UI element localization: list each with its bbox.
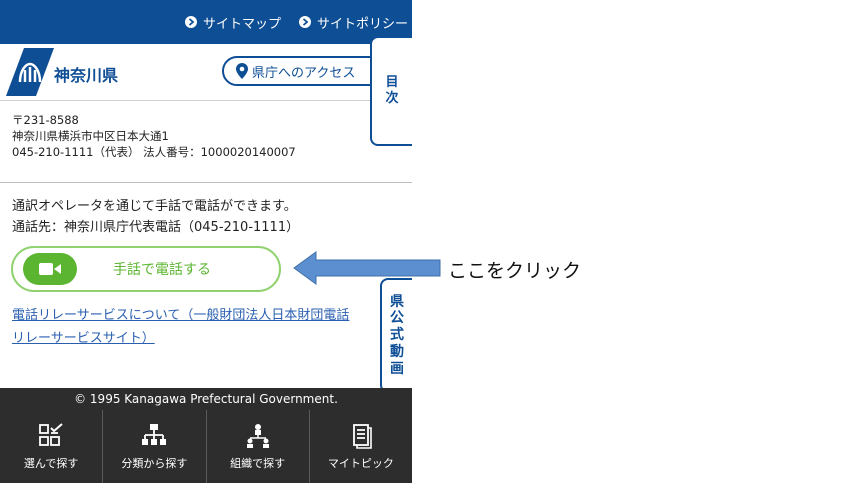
call-button-label: 手話で電話する (113, 262, 211, 278)
table-of-contents-tab[interactable]: 目 次 (370, 36, 412, 146)
access-button-label: 県庁へのアクセス (252, 65, 356, 81)
site-header: 神奈川県 県庁へのアクセス (0, 44, 412, 101)
official-video-tab[interactable]: 県 公 式 動 画 (380, 278, 412, 393)
video-char-4: 動 (390, 343, 404, 360)
pointer-arrow-icon (293, 251, 441, 285)
nav-label: マイトピック (327, 456, 394, 470)
relay-link-line-2: リレーサービスサイト） (12, 331, 155, 346)
street-address: 神奈川県横浜市中区日本大通1 (12, 129, 169, 143)
sitemap-label: サイトマップ (202, 16, 281, 32)
sitemap-link[interactable]: サイトマップ (184, 13, 281, 32)
video-char-2: 公 (390, 310, 404, 327)
nav-select-search[interactable]: 選んで探す (0, 410, 104, 483)
section-divider (0, 182, 412, 183)
checklist-icon (39, 422, 63, 446)
desc-line-1: 通訳オペレータを通じて手話で電話ができます。 (12, 199, 297, 214)
map-pin-icon (236, 63, 248, 79)
site-title[interactable]: 神奈川県 (54, 62, 118, 86)
site-policy-link[interactable]: サイトポリシー (298, 13, 408, 32)
toc-char-1: 目 (385, 75, 399, 91)
top-bar: サイトマップ サイトポリシー (0, 0, 412, 44)
nav-label: 組織で探す (230, 456, 286, 470)
nav-my-topic[interactable]: マイトピック (310, 410, 412, 483)
video-char-3: 式 (390, 327, 404, 344)
nav-organization-search[interactable]: 組織で探す (207, 410, 310, 483)
phone-corp-number: 045-210-1111（代表） 法人番号：1000020140007 (12, 145, 296, 159)
description: 通訳オペレータを通じて手話で電話ができます。 通話先：神奈川県庁代表電話（045… (12, 196, 299, 238)
nav-label: 分類から探す (121, 456, 188, 470)
hierarchy-icon (142, 423, 167, 445)
postal-code: 〒231-8588 (12, 113, 79, 127)
site-policy-label: サイトポリシー (316, 16, 408, 32)
mobile-screen: サイトマップ サイトポリシー 神奈川県 県庁へのアクセス 目 次 〒231-85 (0, 0, 412, 483)
toc-char-2: 次 (385, 91, 399, 106)
desc-line-2: 通話先：神奈川県庁代表電話（045-210-1111） (12, 220, 300, 235)
bottom-nav: 選んで探す 分類から探す 組織で探す マイトピック (0, 410, 412, 483)
nav-category-search[interactable]: 分類から探す (103, 410, 207, 483)
relay-link-line-1: 電話リレーサービスについて（一般財団法人日本財団電話 (12, 308, 350, 323)
video-camera-icon (23, 253, 77, 285)
address-block: 〒231-8588 神奈川県横浜市中区日本大通1 045-210-1111（代表… (12, 112, 296, 160)
chevron-right-icon (184, 16, 197, 28)
kanagawa-logo-icon[interactable] (6, 48, 54, 96)
document-icon (352, 423, 372, 449)
sign-language-call-button[interactable]: 手話で電話する (11, 246, 281, 292)
chevron-right-icon (298, 16, 311, 28)
annotation-text: ここをクリック (448, 260, 582, 282)
nav-label: 選んで探す (23, 456, 79, 470)
relay-service-link[interactable]: 電話リレーサービスについて（一般財団法人日本財団電話 リレーサービスサイト） (12, 304, 382, 350)
video-char-5: 画 (390, 360, 404, 377)
people-tree-icon (246, 423, 269, 448)
video-char-1: 県 (390, 293, 404, 310)
copyright: © 1995 Kanagawa Prefectural Government. (0, 388, 412, 410)
